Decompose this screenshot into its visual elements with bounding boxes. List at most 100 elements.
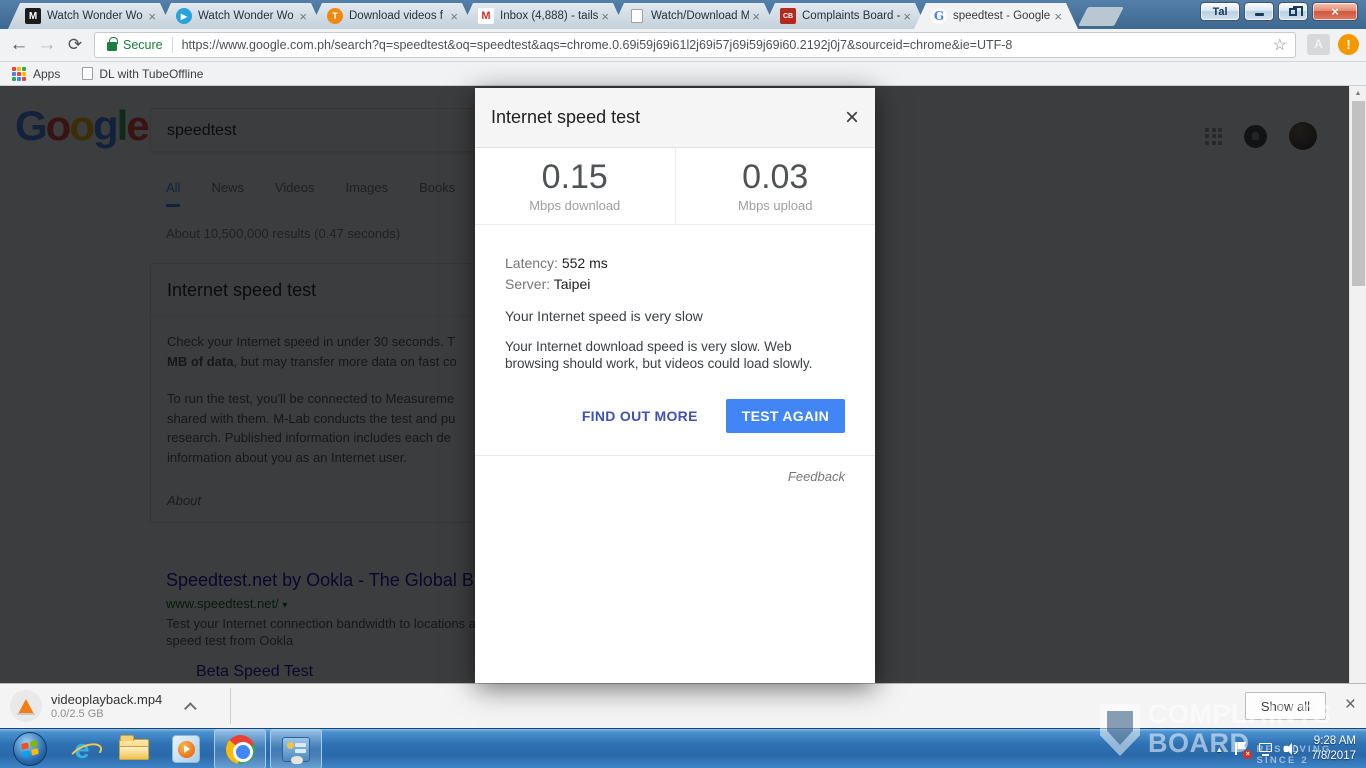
download-filename: videoplayback.mp4 — [51, 692, 162, 707]
volume-icon[interactable] — [1284, 742, 1300, 756]
tab-speedtest-active[interactable]: G speedtest - Google × — [914, 3, 1078, 29]
server-row: Server: Taipei — [505, 274, 845, 295]
tab-title: Inbox (4,888) - tails — [500, 10, 598, 22]
upload-label: Mbps upload — [676, 198, 876, 213]
apps-grid-icon — [12, 67, 26, 81]
download-progress: 0.0/2.5 GB — [51, 708, 162, 720]
minimize-button[interactable] — [1244, 2, 1274, 21]
modal-body: Latency: 552 ms Server: Taipei Your Inte… — [475, 225, 875, 433]
omnibox-divider — [172, 37, 173, 53]
feedback-link[interactable]: Feedback — [505, 469, 845, 484]
start-button[interactable] — [4, 729, 56, 768]
tab-close-icon[interactable]: × — [903, 10, 911, 23]
scrollbar-thumb[interactable] — [1352, 101, 1365, 286]
tab-strip: M Watch Wonder Wo × ▶ Watch Wonder Wo × … — [8, 3, 1119, 29]
extension-icon[interactable]: A — [1307, 34, 1330, 55]
tab-watch-download[interactable]: Watch/Download M × — [612, 3, 776, 29]
download-result: 0.15 Mbps download — [475, 148, 675, 224]
tab-close-icon[interactable]: × — [299, 10, 307, 23]
gmail-favicon-icon: M — [478, 8, 494, 24]
download-bar: videoplayback.mp4 0.0/2.5 GB Show all × — [0, 683, 1366, 728]
tab-close-icon[interactable]: × — [148, 10, 156, 23]
tab-close-icon[interactable]: × — [450, 10, 458, 23]
address-bar[interactable]: Secure https://www.google.com.ph/search?… — [94, 32, 1296, 58]
tab-download-videos[interactable]: T Download videos f × — [310, 3, 474, 29]
taskbar-app-icon[interactable] — [270, 729, 322, 768]
tab-bar: M Watch Wonder Wo × ▶ Watch Wonder Wo × … — [0, 0, 1366, 29]
download-label: Mbps download — [475, 198, 675, 213]
speed-headline: Your Internet speed is very slow — [505, 308, 845, 324]
action-center-flag-icon[interactable]: × — [1234, 742, 1248, 756]
tab-gmail-inbox[interactable]: M Inbox (4,888) - tails × — [461, 3, 625, 29]
modal-title: Internet speed test — [491, 107, 845, 128]
download-bar-close-icon[interactable]: × — [1345, 694, 1356, 716]
windows-start-icon — [13, 732, 47, 766]
vlc-file-icon — [10, 690, 42, 722]
new-tab-button[interactable] — [1078, 7, 1124, 26]
secure-label: Secure — [123, 38, 163, 52]
tab-close-icon[interactable]: × — [601, 10, 609, 23]
upload-result: 0.03 Mbps upload — [675, 148, 876, 224]
taskbar-mediaplayer-icon[interactable] — [160, 729, 212, 768]
tab-close-icon[interactable]: × — [1054, 10, 1062, 23]
window-caption-buttons: Tal × — [1200, 2, 1358, 21]
tab-watch-wonder-1[interactable]: M Watch Wonder Wo × — [8, 3, 172, 29]
apps-shortcut[interactable]: Apps — [33, 67, 60, 81]
page-content: Google speedtest All News Videos Images … — [0, 86, 1366, 683]
taskbar-clock[interactable]: 9:28 AM 7/8/2017 — [1311, 734, 1356, 764]
scrollbar[interactable]: ▲ — [1349, 86, 1366, 683]
speed-description: Your Internet download speed is very slo… — [505, 339, 845, 372]
tab-title: Watch Wonder Wo — [47, 10, 145, 22]
download-item[interactable]: videoplayback.mp4 0.0/2.5 GB — [10, 690, 197, 722]
scroll-up-icon[interactable]: ▲ — [1350, 86, 1366, 101]
download-divider — [230, 688, 231, 724]
taskbar-chrome-icon[interactable] — [214, 729, 266, 768]
modal-close-icon[interactable]: × — [845, 106, 859, 130]
modal-buttons: FIND OUT MORE TEST AGAIN — [505, 399, 845, 433]
bookmark-star-icon[interactable]: ☆ — [1273, 35, 1287, 55]
clock-time: 9:28 AM — [1311, 734, 1356, 749]
reload-icon[interactable]: ⟳ — [62, 32, 88, 58]
secure-lock-icon — [107, 42, 117, 51]
tubeoffline-favicon-icon: T — [327, 8, 343, 24]
taskbar-ie-icon[interactable]: e — [56, 729, 108, 768]
back-icon[interactable]: ← — [6, 32, 32, 58]
tab-watch-wonder-2[interactable]: ▶ Watch Wonder Wo × — [159, 3, 323, 29]
taskbar-explorer-icon[interactable] — [108, 729, 160, 768]
download-chevron-up-icon[interactable] — [184, 702, 197, 715]
tab-title: Complaints Board - — [802, 10, 900, 22]
bookmark-page-icon — [82, 67, 93, 80]
bookmarks-bar: Apps DL with TubeOffline — [0, 62, 1366, 86]
chrome-menu-icon[interactable]: ! — [1338, 34, 1359, 55]
test-again-button[interactable]: TEST AGAIN — [726, 399, 845, 433]
close-window-button[interactable]: × — [1312, 2, 1358, 21]
tray-chevron-icon[interactable]: ▲ — [1215, 745, 1223, 754]
url-text[interactable]: https://www.google.com.ph/search?q=speed… — [182, 38, 1267, 52]
browser-toolbar: ← → ⟳ Secure https://www.google.com.ph/s… — [0, 29, 1366, 62]
speedtest-modal: Internet speed test × 0.15 Mbps download… — [475, 88, 875, 683]
speed-results: 0.15 Mbps download 0.03 Mbps upload — [475, 148, 875, 225]
system-tray: ▲ × 9:28 AM 7/8/2017 — [1215, 729, 1366, 768]
tab-close-icon[interactable]: × — [752, 10, 760, 23]
find-out-more-button[interactable]: FIND OUT MORE — [582, 408, 698, 424]
tal-caption-button[interactable]: Tal — [1200, 2, 1240, 21]
upload-value: 0.03 — [676, 158, 876, 197]
network-icon[interactable] — [1259, 743, 1273, 756]
metacafe-favicon-icon: M — [25, 8, 41, 24]
show-all-button[interactable]: Show all — [1245, 692, 1326, 720]
modal-divider — [475, 455, 875, 456]
restore-button[interactable] — [1278, 2, 1308, 21]
download-value: 0.15 — [475, 158, 675, 197]
video-play-favicon-icon: ▶ — [176, 8, 192, 24]
tab-title: Watch Wonder Wo — [198, 10, 296, 22]
bookmark-item-tubeoffline[interactable]: DL with TubeOffline — [99, 67, 203, 81]
forward-icon[interactable]: → — [34, 32, 60, 58]
tab-title: Download videos f — [349, 10, 447, 22]
tab-complaints-board[interactable]: CB Complaints Board - × — [763, 3, 927, 29]
modal-header: Internet speed test × — [475, 88, 875, 148]
google-favicon-icon: G — [931, 8, 947, 24]
screen: M Watch Wonder Wo × ▶ Watch Wonder Wo × … — [0, 0, 1366, 768]
complaintsboard-favicon-icon: CB — [780, 8, 796, 24]
page-favicon-icon — [629, 8, 645, 24]
latency-row: Latency: 552 ms — [505, 253, 845, 274]
